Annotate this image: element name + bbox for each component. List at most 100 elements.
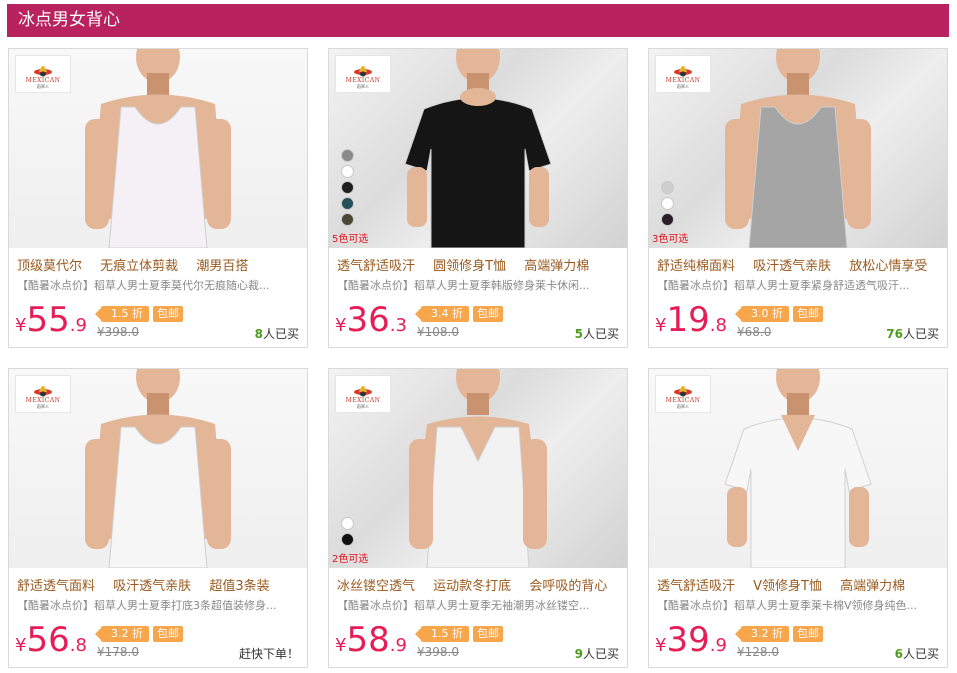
section-title: 冰点男女背心 [18,10,120,30]
price-decimal: .9 [709,635,727,656]
feature-tags: 顶级莫代尔 无痕立体剪裁 潮男百搭 [17,255,307,274]
price-integer: 55 [26,300,70,340]
product-image[interactable]: MEXICAN 稻草人 3色可选 [649,49,947,248]
original-price: ¥398.0 [417,645,459,659]
feature-tags: 透气舒适吸汗 圆领修身T恤 高端弹力棉 [337,255,627,274]
product-image[interactable]: MEXICAN 稻草人 [649,369,947,568]
color-swatch[interactable] [661,181,674,194]
original-price: ¥398.0 [97,325,139,339]
color-swatches [341,517,354,546]
feature-tag: 会呼吸的背心 [529,579,608,594]
sold-info: 6人已买 [895,645,939,662]
original-price: ¥108.0 [417,325,459,339]
sold-label: 人已买 [902,647,939,661]
color-count: 5色可选 [332,234,369,245]
feature-tag: 放松心情享受 [849,259,928,274]
product-image[interactable]: MEXICAN 稻草人 [9,369,307,568]
discount-badge: 3.2 折 [735,626,789,642]
color-swatches [661,181,674,226]
currency-symbol: ¥ [15,315,27,336]
product-card[interactable]: MEXICAN 稻草人 顶级莫代尔 无痕立体剪裁 潮男百搭 【酷暑冰点价】稻草人… [8,48,308,348]
feature-tag: 冰丝镂空透气 [337,579,416,594]
feature-tag: 吸汗透气亲肤 [753,259,832,274]
brand-name: MEXICAN [25,77,61,84]
product-image[interactable]: MEXICAN 稻草人 5色可选 [329,49,627,248]
product-title-link[interactable]: 【酷暑冰点价】稻草人男士夏季韩版修身莱卡休闲... [337,277,621,293]
product-image[interactable]: MEXICAN 稻草人 [9,49,307,248]
sold-info: 5人已买 [575,325,619,342]
sold-count: 9 [574,647,583,661]
sale-price: ¥56.8 [15,621,87,659]
brand-logo: MEXICAN 稻草人 [655,55,711,93]
product-image[interactable]: MEXICAN 稻草人 2色可选 [329,369,627,568]
sold-label: 人已买 [582,327,619,341]
brand-logo: MEXICAN 稻草人 [335,375,391,413]
product-card[interactable]: MEXICAN 稻草人 3色可选 舒适纯棉面料 吸汗透气亲肤 放松心情享受 【酷… [648,48,948,348]
color-swatch[interactable] [341,517,354,530]
currency-symbol: ¥ [335,315,347,336]
product-title-link[interactable]: 【酷暑冰点价】稻草人男士夏季无袖潮男冰丝镂空... [337,597,621,613]
product-title-link[interactable]: 【酷暑冰点价】稻草人男士夏季莫代尔无痕随心裁... [17,277,301,293]
discount-badges: 1.5 折 包邮 [415,626,503,642]
discount-badges: 3.2 折 包邮 [735,626,823,642]
feature-tag: 高端弹力棉 [524,259,590,274]
sombrero-icon [674,66,692,77]
color-swatches [341,149,354,226]
feature-tag: 运动款冬打底 [433,579,512,594]
color-swatch[interactable] [341,181,354,194]
color-swatch[interactable] [341,165,354,178]
feature-tags: 舒适透气面料 吸汗透气亲肤 超值3条装 [17,575,307,594]
sombrero-icon [354,66,372,77]
currency-symbol: ¥ [655,635,667,656]
brand-logo: MEXICAN 稻草人 [15,375,71,413]
brand-sub: 稻草人 [357,84,369,89]
sombrero-icon [34,66,52,77]
sold-info: 赶快下单！ [239,645,299,662]
price-decimal: .8 [69,635,87,656]
brand-logo: MEXICAN 稻草人 [15,55,71,93]
color-swatch[interactable] [341,533,354,546]
brand-name: MEXICAN [345,77,381,84]
sold-info: 9人已买 [575,645,619,662]
feature-tag: 无痕立体剪裁 [100,259,179,274]
discount-badge: 3.2 折 [95,626,149,642]
color-swatch[interactable] [341,149,354,162]
sombrero-icon [354,386,372,397]
brand-sub: 稻草人 [677,404,689,409]
brand-logo: MEXICAN 稻草人 [655,375,711,413]
feature-tag: 圆领修身T恤 [433,259,507,274]
price-integer: 58 [346,620,390,660]
sold-info: 76人已买 [886,325,939,342]
product-title-link[interactable]: 【酷暑冰点价】稻草人男士夏季莱卡棉V领修身纯色... [657,597,941,613]
discount-badges: 1.5 折 包邮 [95,306,183,322]
product-card[interactable]: MEXICAN 稻草人 舒适透气面料 吸汗透气亲肤 超值3条装 【酷暑冰点价】稻… [8,368,308,668]
color-swatch[interactable] [661,197,674,210]
product-title-link[interactable]: 【酷暑冰点价】稻草人男士夏季紧身舒适透气吸汗... [657,277,941,293]
feature-tag: 潮男百搭 [196,259,249,274]
brand-name: MEXICAN [25,397,61,404]
feature-tags: 透气舒适吸汗 V领修身T恤 高端弹力棉 [657,575,947,594]
discount-badge: 3.0 折 [735,306,789,322]
product-card[interactable]: MEXICAN 稻草人 2色可选 冰丝镂空透气 运动款冬打底 会呼吸的背心 【酷… [328,368,628,668]
sale-price: ¥39.9 [655,621,727,659]
sold-count: 8 [254,327,263,341]
product-card[interactable]: MEXICAN 稻草人 透气舒适吸汗 V领修身T恤 高端弹力棉 【酷暑冰点价】稻… [648,368,948,668]
color-swatch[interactable] [661,213,674,226]
feature-tag: 透气舒适吸汗 [337,259,416,274]
feature-tag: 超值3条装 [209,579,270,594]
sold-label: 人已买 [262,327,299,341]
free-shipping-badge: 包邮 [473,626,503,642]
discount-badges: 3.4 折 包邮 [415,306,503,322]
sold-info: 8人已买 [255,325,299,342]
brand-sub: 稻草人 [677,84,689,89]
color-swatch[interactable] [341,213,354,226]
price-decimal: .3 [389,315,407,336]
sold-label: 人已买 [582,647,619,661]
sale-price: ¥36.3 [335,301,407,339]
sale-price: ¥19.8 [655,301,727,339]
free-shipping-badge: 包邮 [793,306,823,322]
product-title-link[interactable]: 【酷暑冰点价】稻草人男士夏季打底3条超值装修身... [17,597,301,613]
sale-price: ¥55.9 [15,301,87,339]
product-card[interactable]: MEXICAN 稻草人 5色可选 透气舒适吸汗 圆领修身T恤 高端弹力棉 【酷暑… [328,48,628,348]
color-swatch[interactable] [341,197,354,210]
